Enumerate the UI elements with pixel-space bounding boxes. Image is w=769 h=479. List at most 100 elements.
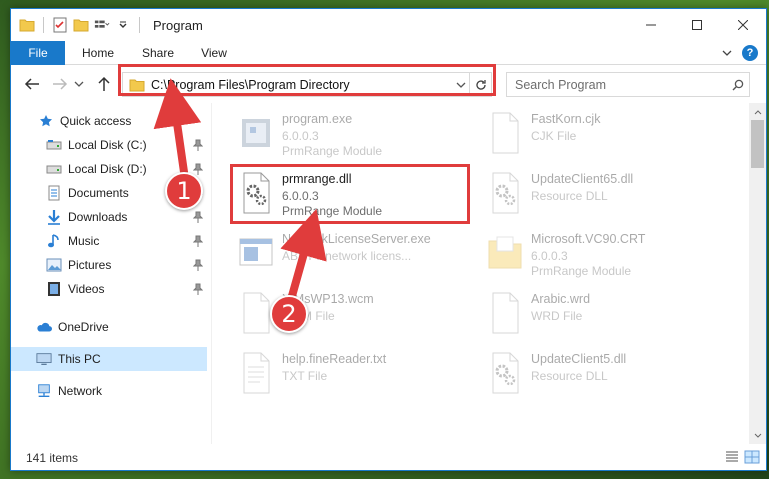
drive-icon xyxy=(46,161,62,177)
dll-gear-icon xyxy=(485,351,525,395)
file-detail: CJK File xyxy=(531,129,577,143)
file-icon xyxy=(485,111,525,155)
sidebar-item-onedrive[interactable]: OneDrive xyxy=(11,315,207,339)
sidebar-item-label: Quick access xyxy=(60,114,132,128)
network-icon xyxy=(36,383,52,399)
dll-gear-icon xyxy=(485,171,525,215)
sidebar-item-network[interactable]: Network xyxy=(11,379,207,403)
refresh-icon[interactable] xyxy=(469,73,491,96)
sidebar-item-music[interactable]: Music xyxy=(11,229,207,253)
address-text[interactable]: C:\Program Files\Program Directory xyxy=(151,78,453,92)
tab-share[interactable]: Share xyxy=(133,41,183,65)
forward-button[interactable] xyxy=(51,75,69,93)
file-detail: Resource DLL xyxy=(531,369,608,383)
file-item[interactable]: help.fineReader.txt TXT File xyxy=(234,345,472,403)
star-icon xyxy=(38,113,54,129)
file-name: prmrange.dll xyxy=(282,172,352,186)
sidebar-item-label: Videos xyxy=(68,282,105,296)
dropdown-arrow-icon[interactable] xyxy=(115,17,131,33)
pin-icon[interactable] xyxy=(192,259,204,271)
close-button[interactable] xyxy=(720,9,766,41)
folder-icon xyxy=(19,17,35,33)
folder-icon xyxy=(485,231,525,275)
file-item-prmrange-dll[interactable]: prmrange.dll 6.0.0.3 PrmRange Module xyxy=(234,165,472,223)
file-item[interactable]: NetworkLicenseServer.exe ABBYY network l… xyxy=(234,225,472,283)
help-icon[interactable]: ? xyxy=(742,45,758,61)
tiles-view-icon[interactable] xyxy=(744,449,760,465)
pin-icon[interactable] xyxy=(192,283,204,295)
file-detail: 6.0.0.3 xyxy=(282,129,319,143)
customize-toolbar-icon[interactable] xyxy=(94,17,110,33)
computer-icon xyxy=(36,351,52,367)
file-detail: WRD File xyxy=(531,309,583,323)
videos-icon xyxy=(46,281,62,297)
properties-icon[interactable] xyxy=(52,17,68,33)
sidebar-item-pictures[interactable]: Pictures xyxy=(11,253,207,277)
minimize-button[interactable] xyxy=(628,9,674,41)
search-icon[interactable] xyxy=(727,79,749,91)
tab-home[interactable]: Home xyxy=(73,41,123,65)
sidebar-item-quick-access[interactable]: Quick access xyxy=(11,109,207,133)
pin-icon[interactable] xyxy=(192,139,204,151)
expand-ribbon-icon[interactable] xyxy=(720,46,734,60)
file-detail: ABBYY network licens... xyxy=(282,249,412,263)
sidebar-item-local-disk-c[interactable]: Local Disk (C:) xyxy=(11,133,207,157)
sidebar-item-label: Local Disk (D:) xyxy=(68,162,147,176)
step-1-badge: 1 xyxy=(165,172,203,210)
recent-locations-button[interactable] xyxy=(73,75,85,93)
back-button[interactable] xyxy=(23,75,41,93)
file-detail: 6.0.0.3 xyxy=(282,189,319,203)
up-button[interactable] xyxy=(95,75,113,93)
explorer-window: Program File Home Share View ? C:\Progra… xyxy=(10,8,767,471)
details-view-icon[interactable] xyxy=(724,449,740,465)
new-folder-icon[interactable] xyxy=(73,17,89,33)
file-item[interactable]: Microsoft.VC90.CRT 6.0.0.3 PrmRange Modu… xyxy=(483,225,721,283)
scrollbar-thumb[interactable] xyxy=(751,120,764,168)
sidebar-item-label: Network xyxy=(58,384,103,398)
scroll-up-icon[interactable] xyxy=(749,103,766,120)
drive-icon xyxy=(46,137,62,153)
file-name: UpdateClient65.dll xyxy=(531,172,634,186)
scroll-down-icon[interactable] xyxy=(749,427,766,444)
item-count: 141 items xyxy=(26,451,79,465)
sidebar-item-label: Local Disk (C:) xyxy=(68,138,147,152)
window-title: Program xyxy=(153,18,203,33)
address-dropdown-icon[interactable] xyxy=(453,73,469,96)
pane-divider[interactable] xyxy=(211,103,212,444)
vertical-scrollbar[interactable] xyxy=(749,103,766,444)
maximize-button[interactable] xyxy=(674,9,720,41)
tab-view[interactable]: View xyxy=(193,41,235,65)
navigation-bar: C:\Program Files\Program Directory Searc… xyxy=(11,65,766,103)
step-2-badge: 2 xyxy=(270,295,308,333)
sidebar-item-label: Pictures xyxy=(68,258,112,272)
sidebar-item-label: This PC xyxy=(58,352,101,366)
search-box[interactable]: Search Program xyxy=(506,72,750,97)
file-detail: PrmRange Module xyxy=(282,204,383,218)
search-input[interactable]: Search Program xyxy=(515,78,727,92)
toolbar-separator xyxy=(139,17,140,33)
tab-file[interactable]: File xyxy=(11,41,65,65)
file-detail: Resource DLL xyxy=(531,189,608,203)
file-name: NetworkLicenseServer.exe xyxy=(282,232,431,246)
sidebar-item-label: Downloads xyxy=(68,210,128,224)
file-detail: PrmRange Module xyxy=(531,264,632,278)
file-item[interactable]: UpdateClient65.dll Resource DLL xyxy=(483,165,721,223)
cloud-icon xyxy=(36,319,52,335)
pin-icon[interactable] xyxy=(192,235,204,247)
address-bar[interactable]: C:\Program Files\Program Directory xyxy=(122,72,492,97)
app-window-icon xyxy=(236,231,276,275)
pin-icon[interactable] xyxy=(192,211,204,223)
sidebar-item-videos[interactable]: Videos xyxy=(11,277,207,301)
file-icon xyxy=(485,291,525,335)
file-item[interactable]: UpdateClient5.dll Resource DLL xyxy=(483,345,721,403)
file-detail: TXT File xyxy=(282,369,328,383)
pin-icon[interactable] xyxy=(192,163,204,175)
file-item[interactable]: FastKorn.cjk CJK File xyxy=(483,105,721,163)
status-bar: 141 items xyxy=(11,444,766,470)
file-item[interactable]: Arabic.wrd WRD File xyxy=(483,285,721,343)
navigation-pane: Quick access Local Disk (C:) Local Disk … xyxy=(11,103,207,444)
documents-icon xyxy=(46,185,62,201)
sidebar-item-label: OneDrive xyxy=(58,320,109,334)
file-item[interactable]: program.exe 6.0.0.3 PrmRange Module xyxy=(234,105,472,163)
sidebar-item-this-pc[interactable]: This PC xyxy=(11,347,207,371)
